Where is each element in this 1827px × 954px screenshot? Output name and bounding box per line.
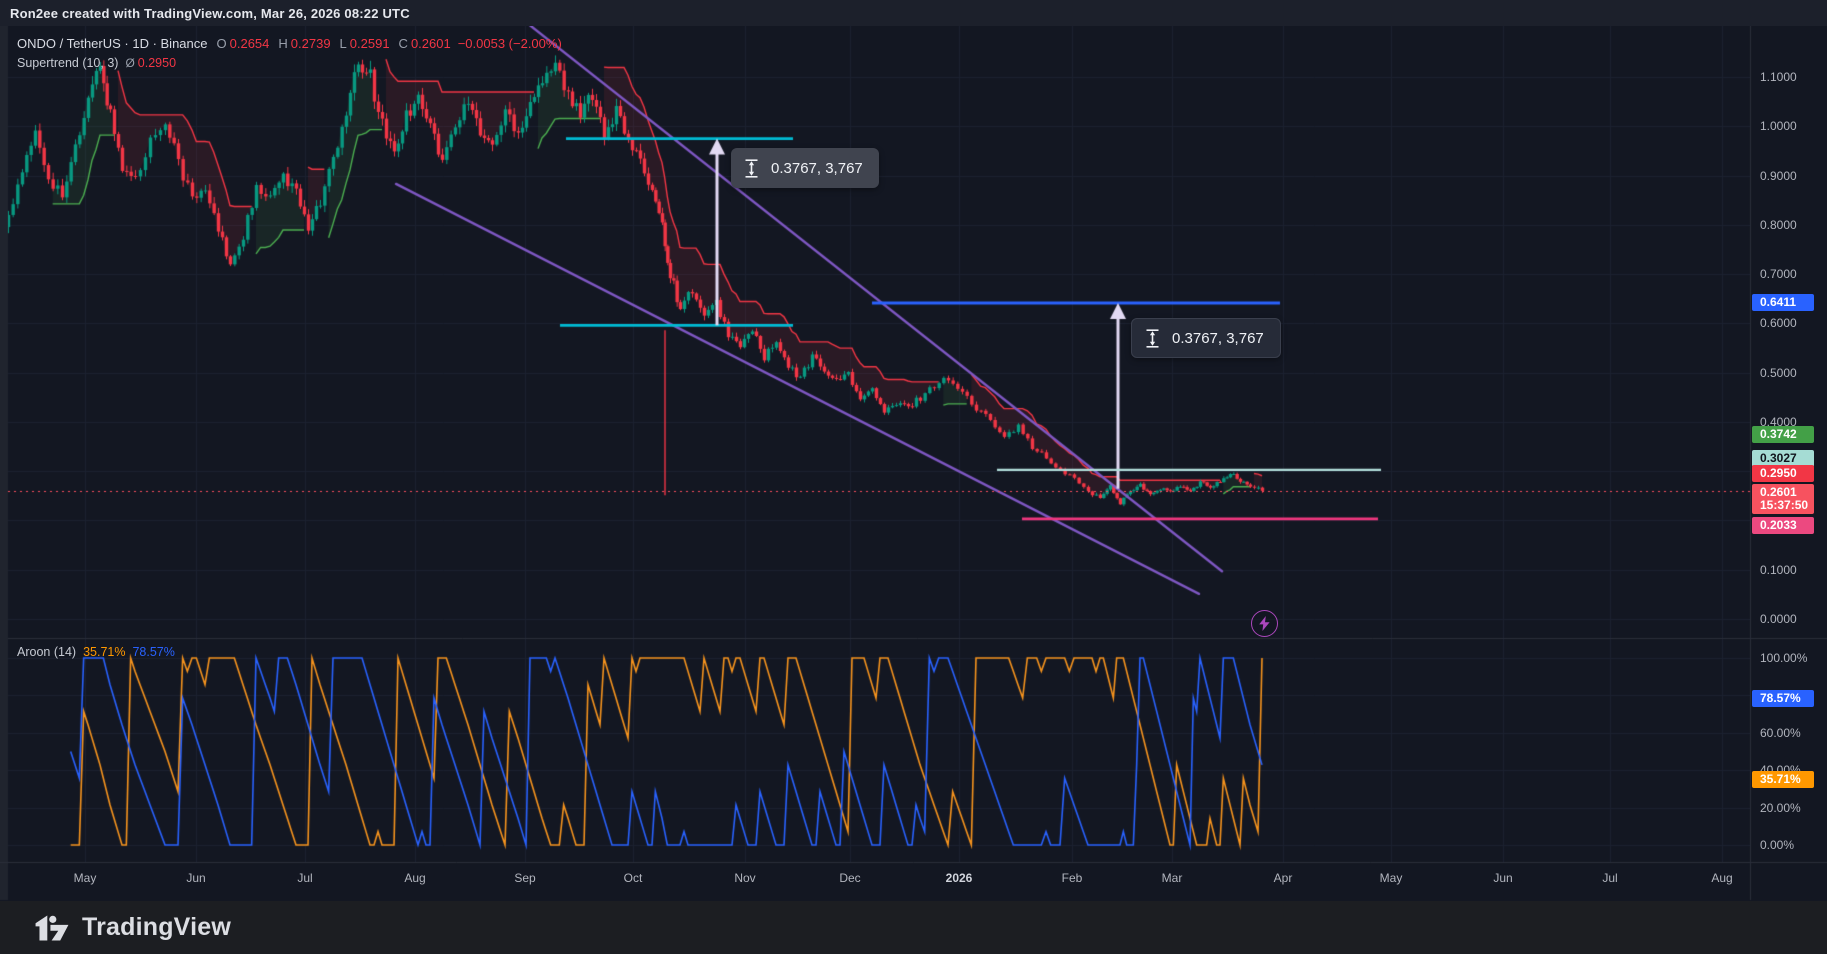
price-axis-label: 0.9000 — [1760, 169, 1797, 183]
time-axis-label: Feb — [1062, 871, 1083, 885]
low-label: L — [340, 36, 347, 51]
measurement-tooltip: 0.3767, 3,767 — [731, 148, 879, 188]
time-axis-label: Jun — [186, 871, 205, 885]
time-axis-label: Aug — [1711, 871, 1732, 885]
price-axis-label: 0.6000 — [1760, 316, 1797, 330]
measurement-value: 0.3767, 3,767 — [1172, 330, 1264, 347]
high-value: 0.2739 — [291, 36, 331, 51]
aroon-up-value: 78.57% — [132, 645, 174, 659]
average-icon: Ø — [125, 56, 134, 70]
time-axis-label: Aug — [404, 871, 425, 885]
price-badge: 0.260115:37:50 — [1752, 484, 1814, 514]
countdown-timer: 15:37:50 — [1760, 499, 1808, 512]
price-badge: 0.6411 — [1752, 294, 1814, 311]
price-axis-label: 1.0000 — [1760, 119, 1797, 133]
price-badge: 0.2950 — [1752, 465, 1814, 482]
time-axis-label: 2026 — [946, 871, 973, 885]
close-value: 0.2601 — [411, 36, 451, 51]
aroon-legend-row[interactable]: Aroon (14) 35.71% 78.57% — [17, 645, 175, 659]
time-axis-label: May — [1380, 871, 1403, 885]
time-axis-label: Oct — [624, 871, 643, 885]
supertrend-value: 0.2950 — [138, 56, 176, 70]
supertrend-legend-row[interactable]: Supertrend (10, 3) Ø 0.2950 — [17, 56, 176, 70]
annotation-text: Ron2ee created with TradingView.com, Mar… — [10, 6, 410, 21]
price-axis-label: 0.7000 — [1760, 267, 1797, 281]
time-axis-label: Sep — [514, 871, 535, 885]
time-axis-label: May — [74, 871, 97, 885]
open-label: O — [217, 36, 227, 51]
price-axis-label: 1.1000 — [1760, 70, 1797, 84]
price-axis-label: 0.8000 — [1760, 218, 1797, 232]
aroon-axis-label: 20.00% — [1760, 801, 1801, 815]
symbol-legend-row[interactable]: ONDO / TetherUS · 1D · Binance O 0.2654 … — [17, 36, 562, 51]
price-axis-label: 0.1000 — [1760, 563, 1797, 577]
vertical-measure-icon — [744, 159, 759, 178]
aroon-badge: 35.71% — [1752, 771, 1814, 788]
price-axis-label: 0.5000 — [1760, 366, 1797, 380]
aroon-axis-label: 100.00% — [1760, 651, 1807, 665]
high-label: H — [278, 36, 287, 51]
tradingview-logo-icon[interactable] — [34, 913, 70, 943]
time-axis-label: Jul — [1602, 871, 1617, 885]
lightning-bolt-icon — [1258, 616, 1271, 631]
aroon-label[interactable]: Aroon (14) — [17, 645, 76, 659]
low-value: 0.2591 — [350, 36, 390, 51]
time-axis-label: Jul — [297, 871, 312, 885]
time-axis-label: Apr — [1274, 871, 1293, 885]
chart-canvas[interactable] — [0, 0, 1827, 954]
change-value: −0.0053 (−2.00%) — [458, 36, 562, 51]
close-label: C — [399, 36, 408, 51]
aroon-axis-label: 0.00% — [1760, 838, 1794, 852]
annotation-bar: Ron2ee created with TradingView.com, Mar… — [0, 0, 1827, 26]
aroon-down-value: 35.71% — [83, 645, 125, 659]
price-axis-label: 0.0000 — [1760, 612, 1797, 626]
time-axis-label: Dec — [839, 871, 860, 885]
vertical-measure-icon — [1145, 329, 1160, 348]
time-axis-label: Nov — [734, 871, 755, 885]
supertrend-label[interactable]: Supertrend (10, 3) — [17, 56, 118, 70]
open-value: 0.2654 — [230, 36, 270, 51]
measurement-value: 0.3767, 3,767 — [771, 160, 863, 177]
time-axis-label: Mar — [1162, 871, 1183, 885]
measurement-tooltip: 0.3767, 3,767 — [1131, 318, 1281, 358]
aroon-axis-label: 60.00% — [1760, 726, 1801, 740]
aroon-badge: 78.57% — [1752, 690, 1814, 707]
footer-bar: TradingView — [0, 901, 1827, 954]
symbol-title[interactable]: ONDO / TetherUS · 1D · Binance — [17, 36, 208, 51]
price-badge: 0.2033 — [1752, 517, 1814, 534]
tradingview-chart-window: { "top_bar": { "text": "Ron2ee created w… — [0, 0, 1827, 954]
flash-idea-button[interactable] — [1251, 610, 1278, 637]
price-badge: 0.3742 — [1752, 426, 1814, 443]
tradingview-logo-text[interactable]: TradingView — [82, 913, 231, 942]
time-axis-label: Jun — [1493, 871, 1512, 885]
